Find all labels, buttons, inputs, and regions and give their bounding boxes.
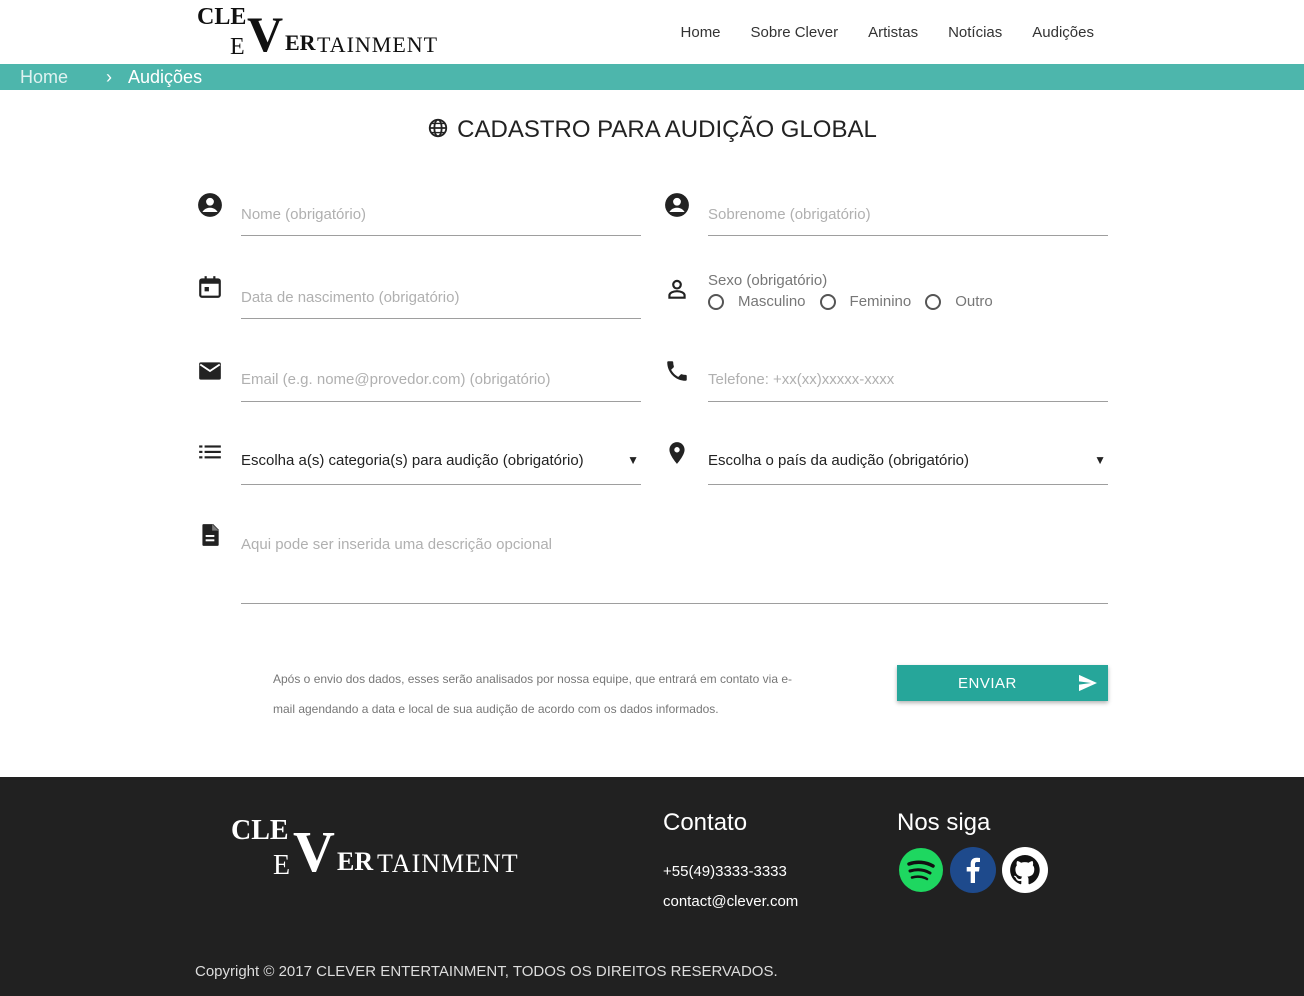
category-select[interactable]: Escolha a(s) categoria(s) para audição (… bbox=[241, 452, 641, 469]
svg-text:E: E bbox=[230, 34, 245, 58]
svg-text:CLE: CLE bbox=[231, 815, 289, 846]
dropdown-arrow-icon: ▼ bbox=[1094, 453, 1106, 467]
page-title-text: CADASTRO PARA AUDIÇÃO GLOBAL bbox=[457, 116, 877, 143]
account-circle-icon bbox=[664, 192, 690, 218]
description-textarea[interactable] bbox=[241, 536, 1108, 576]
svg-text:CLE: CLE bbox=[197, 4, 246, 30]
page-title: CADASTRO PARA AUDIÇÃO GLOBAL bbox=[0, 116, 1304, 146]
location-pin-icon bbox=[664, 440, 690, 466]
main-nav: Home Sobre Clever Artistas Notícias Audi… bbox=[651, 0, 1094, 64]
send-icon bbox=[1078, 674, 1098, 696]
phone-icon bbox=[664, 358, 690, 384]
brand-logo[interactable]: CLE E V ER TAINMENT bbox=[197, 2, 447, 62]
radio-male[interactable] bbox=[708, 293, 724, 310]
mail-icon bbox=[197, 358, 223, 384]
svg-text:TAINMENT: TAINMENT bbox=[317, 32, 438, 57]
spotify-icon[interactable] bbox=[898, 847, 944, 893]
country-select-value: Escolha o país da audição (obrigatório) bbox=[708, 452, 969, 469]
footer: CLE E V ER TAINMENT Contato +55(49)3333-… bbox=[0, 777, 1304, 996]
country-group: Escolha o país da audição (obrigatório) … bbox=[664, 440, 1108, 485]
calendar-icon bbox=[197, 274, 223, 300]
sex-label: Sexo (obrigatório) bbox=[708, 272, 828, 289]
submit-label: ENVIAR bbox=[958, 675, 1017, 692]
nav-home[interactable]: Home bbox=[681, 24, 721, 41]
submission-note: Após o envio dos dados, esses serão anal… bbox=[273, 664, 803, 724]
last-name-input[interactable] bbox=[708, 204, 1108, 224]
description-group bbox=[197, 522, 1108, 604]
list-icon bbox=[197, 440, 223, 466]
first-name-input[interactable] bbox=[241, 204, 641, 224]
svg-text:E: E bbox=[273, 850, 290, 879]
github-icon[interactable] bbox=[1002, 847, 1048, 893]
svg-text:TAINMENT: TAINMENT bbox=[377, 849, 519, 878]
birthdate-input[interactable] bbox=[241, 287, 641, 307]
contact-info: +55(49)3333-3333 contact@clever.com bbox=[663, 857, 798, 917]
category-select-value: Escolha a(s) categoria(s) para audição (… bbox=[241, 452, 584, 469]
contact-email[interactable]: contact@clever.com bbox=[663, 887, 798, 917]
country-select[interactable]: Escolha o país da audição (obrigatório) … bbox=[708, 452, 1108, 469]
radio-other-label: Outro bbox=[955, 293, 993, 310]
nav-auditions[interactable]: Audições bbox=[1032, 24, 1094, 41]
radio-female-label: Feminino bbox=[849, 293, 912, 310]
submit-button[interactable]: ENVIAR bbox=[897, 665, 1108, 701]
follow-heading: Nos siga bbox=[897, 809, 991, 836]
account-circle-icon bbox=[197, 192, 223, 218]
nav-artists[interactable]: Artistas bbox=[868, 24, 918, 41]
chevron-right-icon: › bbox=[106, 66, 113, 87]
birthdate-group bbox=[197, 274, 641, 319]
breadcrumb: Home › Audições bbox=[0, 64, 1304, 90]
description-icon bbox=[197, 522, 223, 548]
phone-group bbox=[664, 358, 1108, 402]
first-name-group bbox=[197, 192, 641, 236]
category-group: Escolha a(s) categoria(s) para audição (… bbox=[197, 440, 641, 485]
svg-text:V: V bbox=[293, 819, 335, 879]
last-name-group bbox=[664, 192, 1108, 236]
svg-text:ER: ER bbox=[285, 30, 317, 55]
radio-other[interactable] bbox=[925, 293, 942, 310]
social-links bbox=[898, 847, 1054, 893]
breadcrumb-current: Audições bbox=[128, 66, 203, 87]
svg-text:V: V bbox=[247, 6, 283, 58]
phone-input[interactable] bbox=[708, 369, 1108, 389]
footer-logo: CLE E V ER TAINMENT bbox=[231, 815, 531, 884]
nav-news[interactable]: Notícias bbox=[948, 24, 1002, 41]
header: CLE E V ER TAINMENT Home Sobre Clever Ar… bbox=[0, 0, 1304, 64]
note-line-1: Após o envio dos dados, esses serão anal… bbox=[273, 672, 792, 686]
email-input[interactable] bbox=[241, 369, 641, 389]
breadcrumb-home[interactable]: Home bbox=[20, 67, 68, 88]
sex-group: Sexo (obrigatório) Masculino Feminino Ou… bbox=[664, 272, 1108, 318]
person-outline-icon bbox=[664, 276, 690, 302]
sex-radio-group: Sexo (obrigatório) Masculino Feminino Ou… bbox=[708, 272, 1007, 310]
contact-heading: Contato bbox=[663, 809, 748, 836]
dropdown-arrow-icon: ▼ bbox=[627, 453, 639, 467]
note-line-2: mail agendando a data e local de sua aud… bbox=[273, 702, 719, 716]
svg-text:ER: ER bbox=[337, 847, 373, 876]
radio-female[interactable] bbox=[819, 293, 836, 310]
contact-phone[interactable]: +55(49)3333-3333 bbox=[663, 857, 798, 887]
nav-about[interactable]: Sobre Clever bbox=[751, 24, 839, 41]
email-group bbox=[197, 358, 641, 402]
globe-icon bbox=[427, 117, 449, 146]
radio-male-label: Masculino bbox=[738, 293, 806, 310]
copyright: Copyright © 2017 CLEVER ENTERTAINMENT, T… bbox=[195, 963, 778, 980]
facebook-icon[interactable] bbox=[950, 847, 996, 893]
